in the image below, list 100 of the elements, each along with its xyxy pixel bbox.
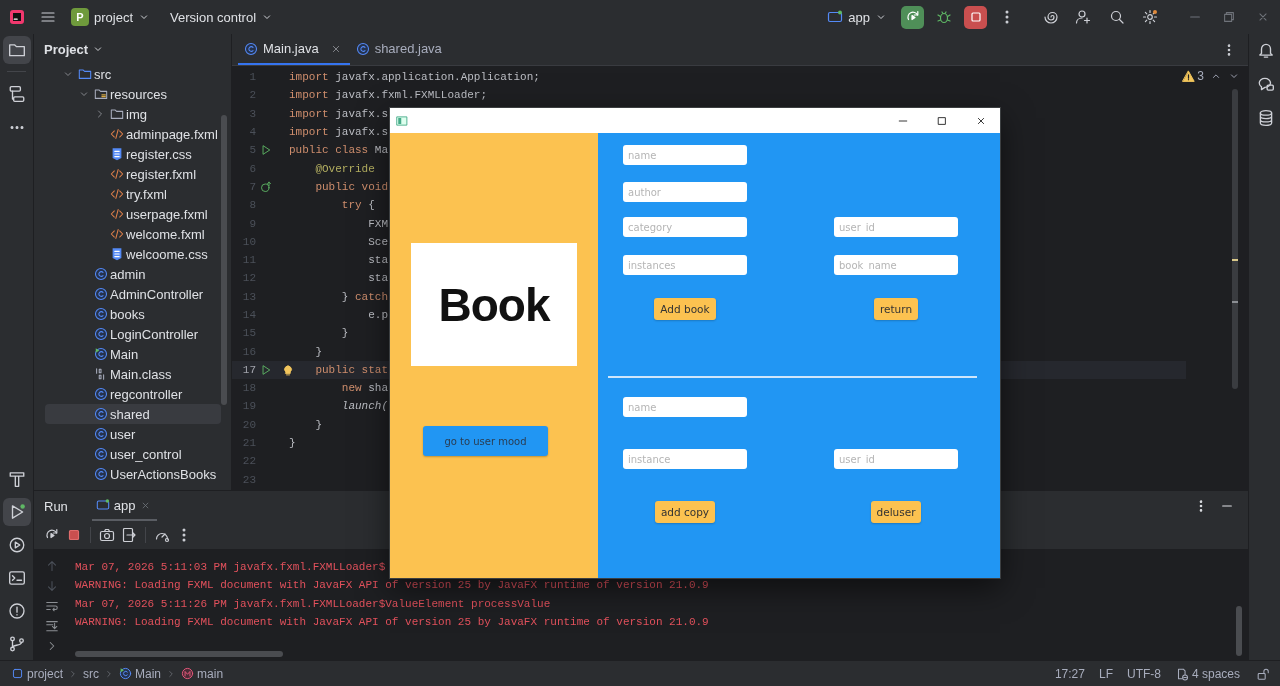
spiral-icon[interactable] — [1043, 9, 1059, 25]
file-encoding[interactable]: UTF-8 — [1126, 666, 1161, 681]
tree-item[interactable]: user_control — [45, 444, 221, 464]
rerun-button[interactable] — [901, 5, 924, 29]
close-icon[interactable] — [1256, 10, 1270, 24]
stop-icon[interactable] — [66, 527, 82, 543]
line-separator[interactable]: LF — [1098, 666, 1113, 681]
breadcrumb[interactable]: src — [83, 666, 100, 681]
lock-icon[interactable] — [1256, 666, 1270, 681]
book-logo: Book — [411, 243, 577, 366]
main-menu-icon[interactable] — [40, 9, 56, 25]
caret-position[interactable]: 17:27 — [1054, 666, 1085, 681]
services-icon — [8, 536, 26, 554]
tree-item[interactable]: adminpage.fxml — [45, 124, 221, 144]
input-field[interactable]: category — [623, 217, 747, 237]
input-field[interactable]: instances — [623, 255, 747, 275]
tree-item[interactable]: welcoome.css — [45, 244, 221, 264]
restore-icon[interactable] — [1222, 10, 1236, 24]
indent-setting[interactable]: 4 spaces — [1174, 666, 1240, 681]
folder-icon — [110, 107, 124, 121]
form-button[interactable]: Add book — [654, 298, 716, 320]
form-button[interactable]: deluser — [870, 501, 922, 523]
scrollbar[interactable] — [75, 651, 283, 657]
tree-item[interactable]: register.fxml — [45, 164, 221, 184]
editor-tab[interactable]: shared.java — [349, 34, 450, 65]
class-icon — [244, 41, 258, 56]
camera-icon[interactable] — [99, 527, 115, 543]
tree-item[interactable]: try.fxml — [45, 184, 221, 204]
version-control-menu[interactable]: Version control — [165, 4, 279, 30]
scroll-to-end-icon[interactable] — [45, 619, 59, 633]
editor-tab[interactable]: Main.java — [238, 34, 350, 65]
scrollbar[interactable] — [1232, 89, 1238, 389]
code-line: } — [289, 437, 296, 450]
problems-icon — [8, 602, 26, 620]
chat-icon — [1257, 75, 1275, 93]
project-tool-button[interactable] — [3, 36, 31, 64]
class-icon — [94, 307, 108, 321]
run-tab[interactable]: app — [91, 491, 157, 521]
input-field[interactable]: user_id — [834, 449, 958, 469]
tree-item[interactable]: shared — [45, 404, 221, 424]
code-line: FXM — [367, 217, 389, 230]
project-badge: P — [71, 8, 89, 26]
input-field[interactable]: name — [623, 397, 747, 417]
tree-item[interactable]: user — [45, 424, 221, 444]
run-icon[interactable] — [260, 363, 272, 376]
form-button[interactable]: add copy — [654, 501, 716, 523]
code-line: public class Ma — [289, 144, 389, 157]
run-tool-button[interactable] — [3, 498, 31, 526]
app-logo-icon[interactable] — [9, 9, 25, 25]
project-view-selector[interactable]: Project — [44, 41, 105, 57]
main-class-icon — [94, 347, 108, 361]
structure-icon — [8, 85, 26, 103]
lightbulb-icon[interactable] — [282, 363, 294, 376]
scrollbar[interactable] — [1236, 606, 1242, 656]
input-field[interactable]: name — [623, 145, 747, 165]
settings-icon[interactable] — [1142, 9, 1158, 25]
tree-item[interactable]: resources — [45, 84, 221, 104]
search-icon[interactable] — [1109, 9, 1125, 25]
tree-item[interactable]: welcome.fxml — [45, 224, 221, 244]
run-icon[interactable] — [260, 144, 272, 157]
tree-item[interactable]: userpage.fxml — [45, 204, 221, 224]
tree-item[interactable]: UserActionsBooks — [45, 464, 221, 484]
add-user-icon[interactable] — [1075, 9, 1091, 25]
tree-item[interactable]: books — [45, 304, 221, 324]
stop-button[interactable] — [964, 5, 987, 29]
soft-wrap-icon[interactable] — [45, 599, 59, 613]
folder-icon — [8, 41, 26, 59]
override-icon[interactable] — [260, 180, 272, 193]
debug-icon[interactable] — [936, 9, 952, 25]
maximize-icon — [935, 114, 948, 127]
input-field[interactable]: instance — [623, 449, 747, 469]
breadcrumb[interactable]: main — [181, 666, 224, 681]
tree-item[interactable]: regcontroller — [45, 384, 221, 404]
user-mode-button[interactable]: go to user mood — [423, 426, 548, 456]
form-button[interactable]: return — [873, 298, 919, 320]
input-field[interactable]: book_name — [834, 255, 958, 275]
project-selector[interactable]: P project — [66, 4, 156, 30]
code-line: } — [314, 418, 322, 431]
warnings-indicator[interactable]: 3 — [1182, 69, 1204, 83]
scrollbar[interactable] — [221, 115, 227, 405]
hammer-icon — [8, 470, 26, 488]
breadcrumb[interactable]: Main — [119, 666, 162, 681]
code-line: sta — [367, 254, 389, 267]
code-line: Sce — [367, 235, 389, 248]
breadcrumb[interactable]: project — [11, 666, 64, 681]
run-configuration-selector[interactable]: app — [822, 4, 892, 30]
exit-icon[interactable] — [121, 527, 137, 543]
tree-item[interactable]: LoginController — [45, 324, 221, 344]
code-line: import javafx.application.Application; — [289, 71, 540, 84]
input-field[interactable]: author — [623, 182, 747, 202]
tree-item[interactable]: Main.class — [45, 364, 221, 384]
code-line: } — [314, 345, 322, 358]
input-field[interactable]: user_id — [834, 217, 958, 237]
tree-item[interactable]: AdminController — [45, 284, 221, 304]
bell-icon — [1257, 41, 1275, 59]
tree-item[interactable]: admin — [45, 264, 221, 284]
tree-item[interactable]: src — [45, 64, 221, 84]
tree-item[interactable]: register.css — [45, 144, 221, 164]
tree-item[interactable]: img — [45, 104, 221, 124]
tree-item[interactable]: Main — [45, 344, 221, 364]
